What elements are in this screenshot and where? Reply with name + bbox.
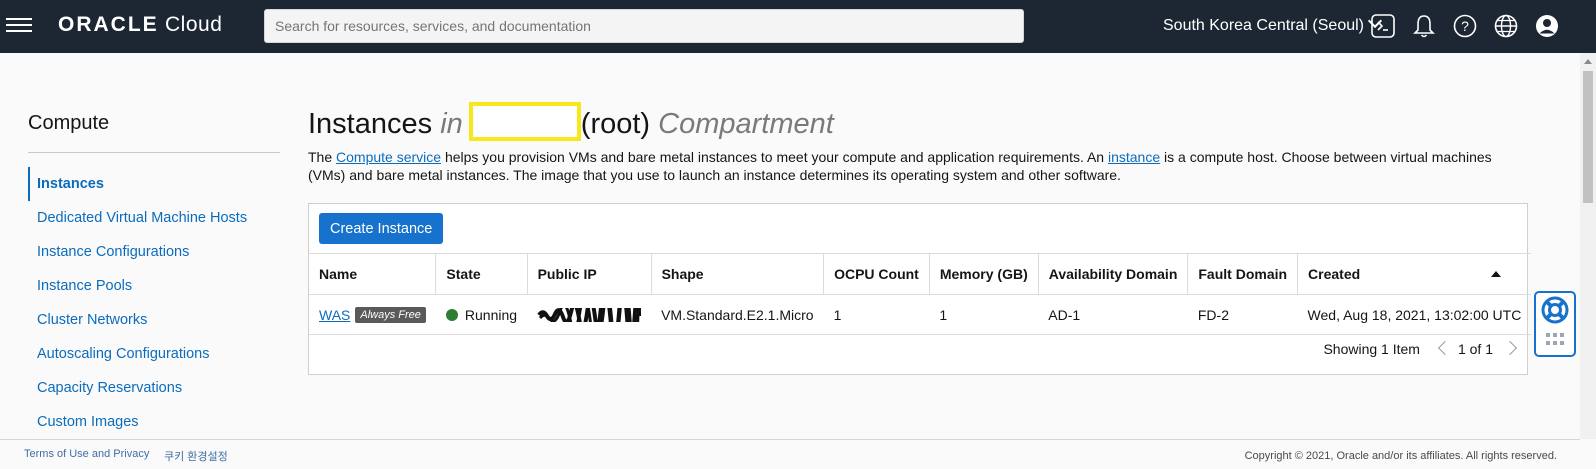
column-header-ocpu-count[interactable]: OCPU Count [823, 253, 930, 295]
next-page-icon[interactable] [1502, 340, 1518, 356]
cell-created: Wed, Aug 18, 2021, 13:02:00 UTC [1297, 294, 1532, 335]
cell-availability-domain: AD-1 [1038, 294, 1188, 335]
sidebar-item-cluster-networks[interactable]: Cluster Networks [28, 303, 280, 337]
menu-icon[interactable] [6, 14, 33, 38]
sidebar-divider [28, 152, 280, 153]
cookie-preferences-link[interactable]: 쿠키 환경설정 [164, 448, 228, 464]
cell-fault-domain: FD-2 [1187, 294, 1298, 335]
scroll-up-arrow-icon[interactable] [1584, 59, 1592, 64]
column-header-shape[interactable]: Shape [651, 253, 825, 295]
column-header-created[interactable]: Created [1297, 253, 1532, 295]
top-header: ORACLE Cloud South Korea Central (Seoul)… [0, 0, 1596, 53]
oracle-cloud-logo[interactable]: ORACLE Cloud [58, 13, 222, 37]
sidebar-item-capacity-reservations[interactable]: Capacity Reservations [28, 371, 280, 405]
column-header-name[interactable]: Name [309, 253, 437, 295]
cell-name: WAS Always Free [309, 294, 436, 335]
running-status-dot-icon [445, 308, 458, 321]
pagination: Showing 1 Item 1 of 1 [1323, 340, 1518, 357]
page-title-compartment: Compartment [658, 108, 834, 140]
page-description: The Compute service helps you provision … [308, 148, 1518, 184]
globe-icon[interactable] [1493, 13, 1519, 39]
state-label: Running [464, 306, 518, 323]
page-title-root: (root) [580, 108, 651, 140]
column-header-state[interactable]: State [435, 253, 528, 295]
cell-state: Running [435, 294, 528, 335]
terms-link[interactable]: Terms of Use and Privacy [24, 448, 149, 460]
column-header-created-label: Created [1308, 266, 1361, 282]
sort-ascending-icon[interactable] [1491, 271, 1502, 277]
sidebar-item-instances[interactable]: Instances [28, 167, 280, 201]
logo-product: Cloud [165, 13, 223, 36]
cell-ocpu-count: 1 [823, 294, 930, 335]
sidebar-item-custom-images[interactable]: Custom Images [28, 405, 280, 439]
help-widget[interactable] [1534, 291, 1576, 357]
sidebar-title: Compute [28, 112, 110, 134]
sidebar-item-dedicated-vm-hosts[interactable]: Dedicated Virtual Machine Hosts [28, 201, 280, 235]
user-icon[interactable] [1534, 13, 1560, 39]
desc-text-1: The [308, 149, 337, 165]
region-selector[interactable]: South Korea Central (Seoul) [1163, 13, 1383, 35]
instance-name-link[interactable]: WAS [319, 307, 350, 323]
sidebar-item-instance-pools[interactable]: Instance Pools [28, 269, 280, 303]
page-title-main: Instances [308, 108, 433, 140]
table-row: WAS Always Free Running VM.Standard.E2.1.… [309, 294, 1532, 335]
sidebar-item-autoscaling-configurations[interactable]: Autoscaling Configurations [28, 337, 280, 371]
instances-table: Name State Public IP Shape OCPU Count Me… [309, 253, 1532, 335]
cell-memory: 1 [929, 294, 1039, 335]
page-indicator: 1 of 1 [1457, 341, 1493, 357]
search-input[interactable] [264, 9, 1024, 43]
cell-shape: VM.Standard.E2.1.Micro [651, 294, 824, 335]
help-icon[interactable]: ? [1452, 13, 1478, 39]
column-header-memory[interactable]: Memory (GB) [929, 253, 1039, 295]
sidebar-nav: Instances Dedicated Virtual Machine Host… [28, 167, 280, 439]
bell-icon[interactable] [1411, 13, 1437, 39]
redacted-compartment-name [468, 102, 581, 141]
scrollbar-thumb[interactable] [1583, 71, 1593, 203]
logo-brand: ORACLE [58, 13, 159, 36]
cell-public-ip [527, 294, 652, 335]
desc-text-2: helps you provision VMs and bare metal i… [441, 149, 1108, 165]
instance-link[interactable]: instance [1108, 149, 1160, 165]
svg-text:?: ? [1461, 18, 1469, 34]
page-title: Instances in (root) Compartment [308, 102, 834, 141]
previous-page-icon[interactable] [1437, 340, 1453, 356]
table-header-row: Name State Public IP Shape OCPU Count Me… [309, 253, 1532, 295]
region-label: South Korea Central (Seoul) [1163, 17, 1364, 34]
vertical-scrollbar[interactable] [1580, 53, 1596, 439]
sidebar-item-instance-configurations[interactable]: Instance Configurations [28, 235, 280, 269]
cloud-shell-icon[interactable] [1370, 13, 1396, 39]
redacted-ip-scribble [537, 307, 642, 322]
always-free-badge: Always Free [355, 306, 426, 323]
column-header-public-ip[interactable]: Public IP [527, 253, 652, 295]
page-footer: Terms of Use and Privacy 쿠키 환경설정 Copyrig… [0, 439, 1580, 469]
instances-panel: Create Instance Name State Public IP Sha… [308, 203, 1532, 375]
column-header-fault-domain[interactable]: Fault Domain [1187, 253, 1299, 295]
compute-service-link[interactable]: Compute service [336, 149, 441, 165]
showing-count: Showing 1 Item [1323, 341, 1420, 357]
column-header-availability-domain[interactable]: Availability Domain [1038, 253, 1189, 295]
copyright-text: Copyright © 2021, Oracle and/or its affi… [1244, 450, 1557, 462]
page-title-in: in [440, 108, 463, 140]
create-instance-button[interactable]: Create Instance [319, 213, 444, 244]
lifebuoy-icon [1541, 296, 1569, 345]
